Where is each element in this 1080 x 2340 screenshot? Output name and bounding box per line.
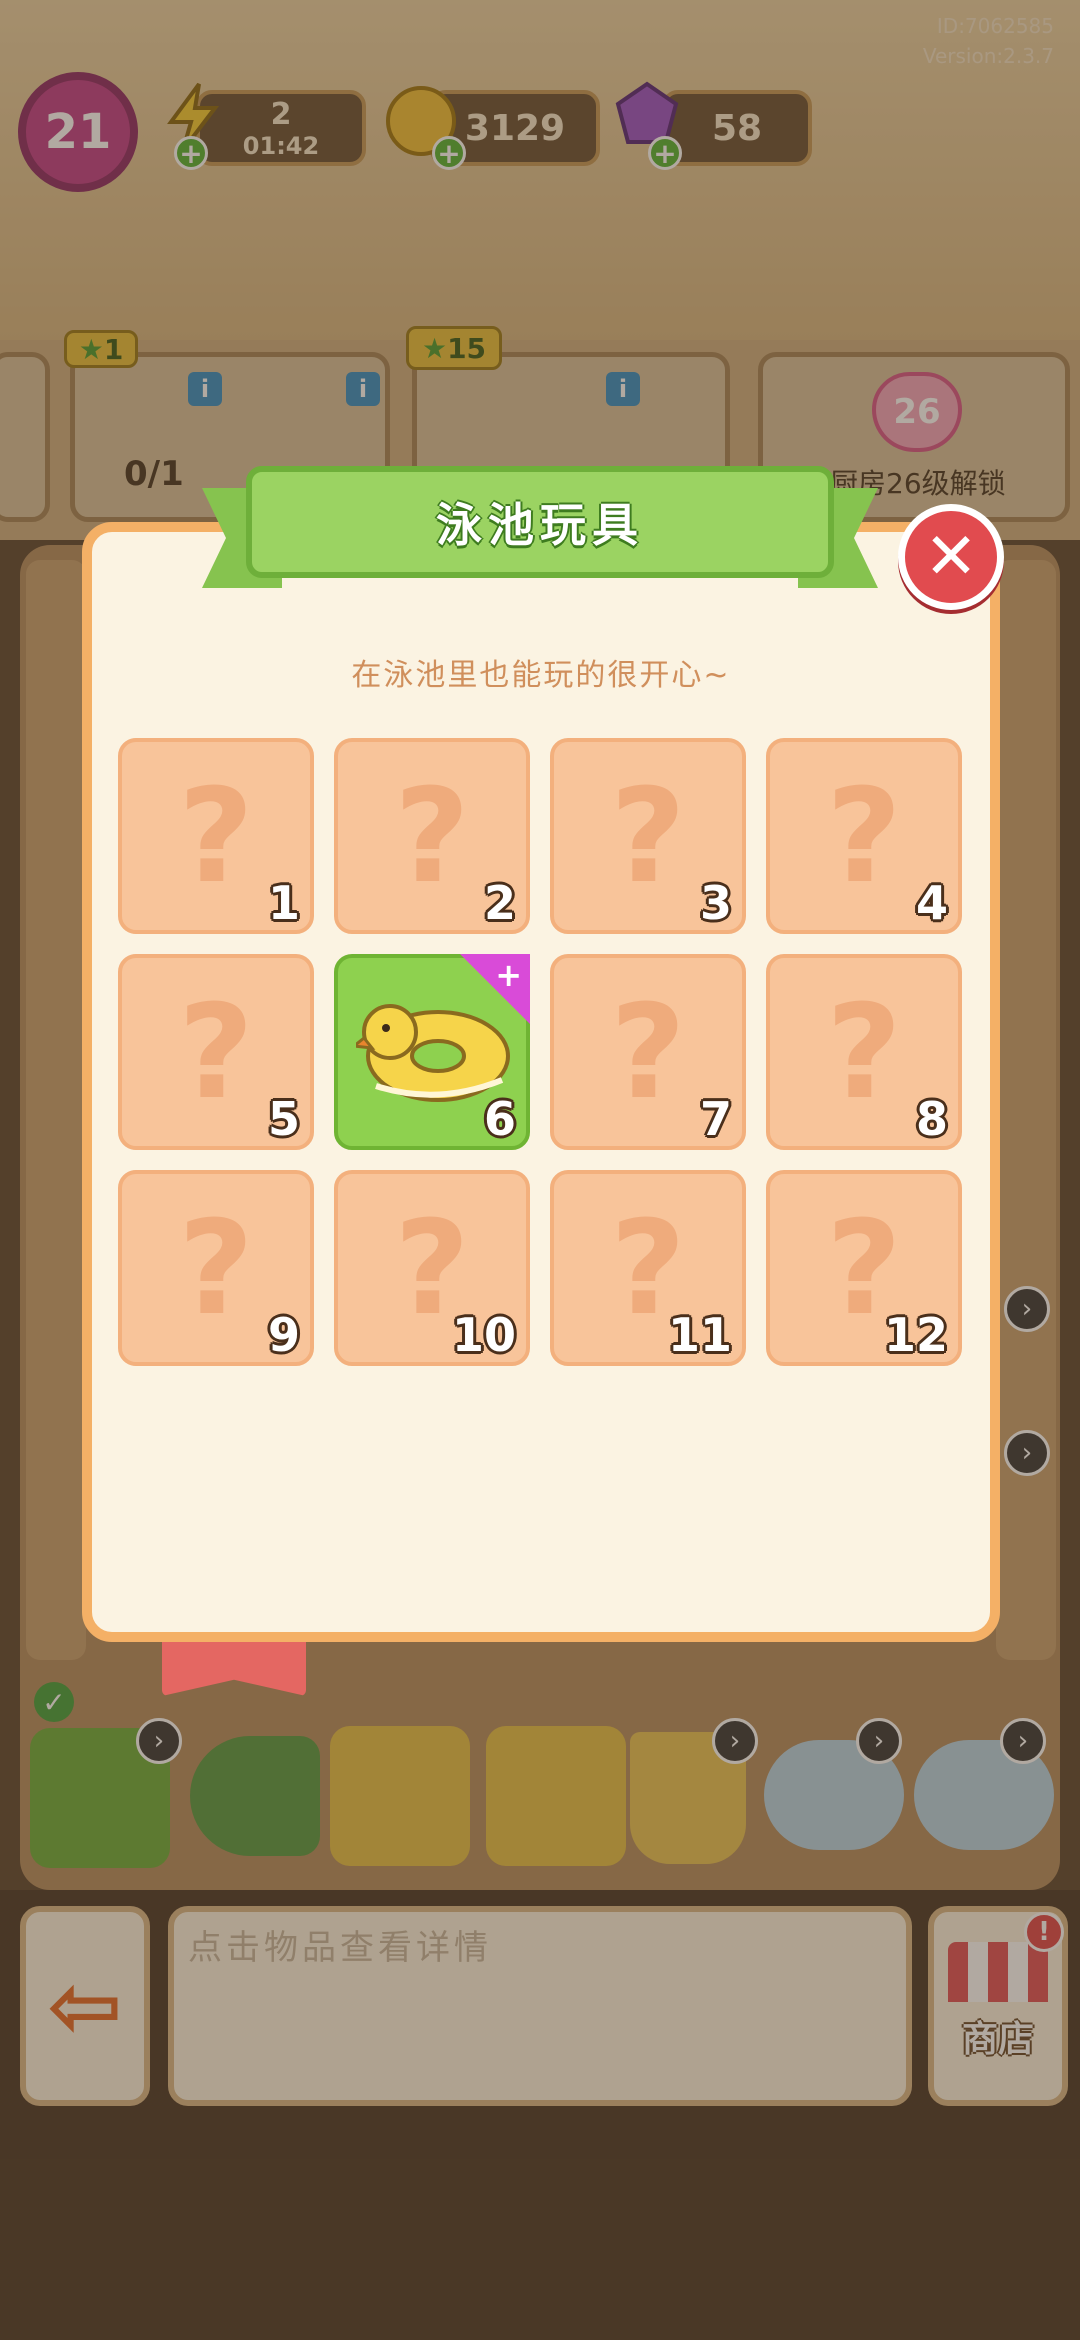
slot-number: 8 (915, 1092, 948, 1146)
collection-slot-2[interactable]: ? 2 (334, 738, 530, 934)
collection-slot-9[interactable]: ? 9 (118, 1170, 314, 1366)
slot-number: 11 (667, 1308, 732, 1362)
collection-slot-4[interactable]: ? 4 (766, 738, 962, 934)
slot-number: 12 (883, 1308, 948, 1362)
collection-slot-8[interactable]: ? 8 (766, 954, 962, 1150)
slot-number: 3 (699, 876, 732, 930)
collection-slot-6[interactable]: +6 (334, 954, 530, 1150)
collection-slot-7[interactable]: ? 7 (550, 954, 746, 1150)
duck-swim-ring-icon (350, 994, 512, 1104)
slot-number: 1 (267, 876, 300, 930)
slot-number: 6 (483, 1092, 516, 1146)
slot-number: 9 (267, 1308, 300, 1362)
slot-number: 5 (267, 1092, 300, 1146)
collection-slot-12[interactable]: ? 12 (766, 1170, 962, 1366)
dialog-title: 泳池玩具 (246, 466, 834, 578)
collection-slot-1[interactable]: ? 1 (118, 738, 314, 934)
collection-slot-3[interactable]: ? 3 (550, 738, 746, 934)
slot-number: 10 (451, 1308, 516, 1362)
slot-number: 2 (483, 876, 516, 930)
slot-number: 4 (915, 876, 948, 930)
collection-slot-5[interactable]: ? 5 (118, 954, 314, 1150)
collection-slot-11[interactable]: ? 11 (550, 1170, 746, 1366)
dialog-subtitle: 在泳池里也能玩的很开心~ (351, 658, 731, 693)
collection-slot-10[interactable]: ? 10 (334, 1170, 530, 1366)
close-icon: ✕ (924, 520, 978, 594)
close-button[interactable]: ✕ (898, 504, 1004, 610)
slot-number: 7 (699, 1092, 732, 1146)
